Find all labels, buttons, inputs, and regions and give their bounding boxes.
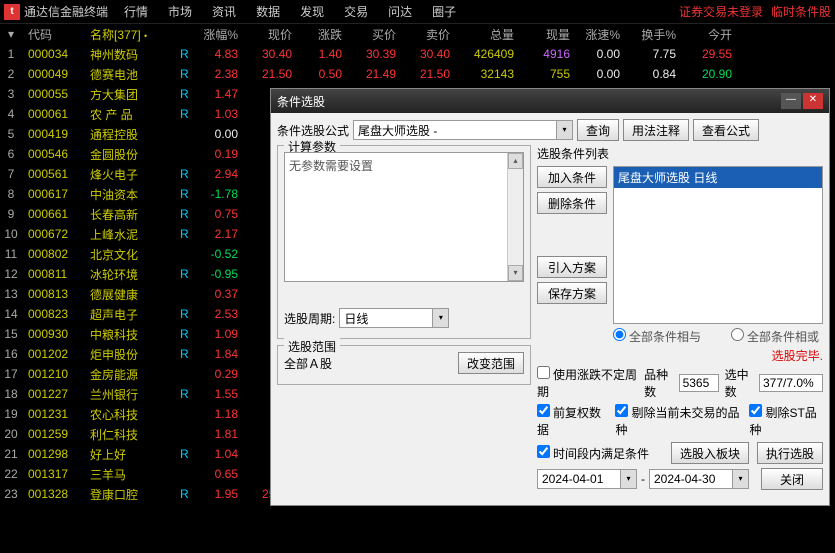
usage-button[interactable]: 用法注释 [623, 119, 689, 141]
chk-uncertain[interactable]: 使用涨跌不定周期 [537, 366, 644, 400]
condition-list[interactable]: 尾盘大师选股 日线 [613, 166, 823, 324]
col-vol[interactable]: 总量 [456, 26, 520, 43]
app-logo-icon: t [4, 4, 20, 20]
col-spd[interactable]: 涨速% [576, 26, 626, 43]
add-cond-button[interactable]: 加入条件 [537, 166, 607, 188]
menubar: t 通达信金融终端 行情 市场 资讯 数据 发现 交易 问达 圈子 证券交易未登录 临时条件股 [0, 0, 835, 24]
scroll-down-icon: ▾ [508, 265, 523, 281]
list-item[interactable]: 尾盘大师选股 日线 [614, 167, 822, 188]
range-value: 全部Ａ股 [284, 355, 454, 372]
chevron-down-icon: ▾ [620, 470, 636, 488]
condlist-label: 选股条件列表 [537, 145, 609, 162]
menu-问达[interactable]: 问达 [388, 5, 412, 19]
scroll-up-icon: ▴ [508, 153, 523, 169]
chk-st[interactable]: 剔除ST品种 [749, 404, 823, 438]
import-button[interactable]: 引入方案 [537, 256, 607, 278]
col-open[interactable]: 今开 [682, 26, 738, 43]
col-ask[interactable]: 卖价 [402, 26, 456, 43]
date-to[interactable]: 2024-04-30▾ [649, 469, 749, 489]
col-code[interactable]: 代码 [28, 26, 90, 43]
date-from[interactable]: 2024-04-01▾ [537, 469, 637, 489]
menu-资讯[interactable]: 资讯 [212, 5, 236, 19]
dialog-titlebar[interactable]: 条件选股 — ✕ [271, 89, 829, 113]
table-row[interactable]: 2000049德赛电池R2.3821.500.5021.4921.5032143… [0, 64, 835, 84]
range-legend: 选股范围 [284, 338, 340, 355]
temp-cond-link[interactable]: 临时条件股 [771, 3, 831, 20]
col-name[interactable]: 名称[377] • [90, 26, 180, 43]
minimize-icon[interactable]: — [781, 93, 801, 109]
condition-dialog: 条件选股 — ✕ 条件选股公式 尾盘大师选股 - ▾ 查询 用法注释 查看公式 … [270, 88, 830, 506]
selected-field[interactable] [759, 374, 823, 392]
close-icon[interactable]: ✕ [803, 93, 823, 109]
to-block-button[interactable]: 选股入板块 [671, 442, 749, 464]
chevron-down-icon[interactable]: ▾ [556, 121, 572, 139]
close-button[interactable]: 关闭 [761, 468, 823, 490]
menu-发现[interactable]: 发现 [300, 5, 324, 19]
menu-市场[interactable]: 市场 [168, 5, 192, 19]
login-status[interactable]: 证券交易未登录 [679, 3, 763, 20]
scrollbar[interactable]: ▴ ▾ [507, 153, 523, 281]
change-range-button[interactable]: 改变范围 [458, 352, 524, 374]
menu-数据[interactable]: 数据 [256, 5, 280, 19]
menu-行情[interactable]: 行情 [124, 5, 148, 19]
chk-timerange[interactable]: 时间段内满足条件 [537, 445, 649, 462]
col-price[interactable]: 现价 [244, 26, 298, 43]
col-dropdown-icon[interactable]: ▾ [0, 27, 28, 41]
save-button[interactable]: 保存方案 [537, 282, 607, 304]
params-box: 无参数需要设置 ▴ ▾ [284, 152, 524, 282]
col-now[interactable]: 现量 [520, 26, 576, 43]
chk-fq[interactable]: 前复权数据 [537, 404, 607, 438]
col-chg[interactable]: 涨幅% [194, 26, 244, 43]
del-cond-button[interactable]: 删除条件 [537, 192, 607, 214]
formula-label: 条件选股公式 [277, 122, 349, 139]
dialog-title: 条件选股 [277, 93, 779, 110]
table-row[interactable]: 1000034神州数码R4.8330.401.4030.3930.4042640… [0, 44, 835, 64]
chk-notrade[interactable]: 剔除当前未交易的品种 [615, 404, 741, 438]
col-turn[interactable]: 换手% [626, 26, 682, 43]
period-combo[interactable]: 日线 ▾ [339, 308, 449, 328]
menu-right: 证券交易未登录 临时条件股 [671, 3, 831, 20]
radio-and[interactable]: 全部条件相与 [613, 328, 701, 345]
view-formula-button[interactable]: 查看公式 [693, 119, 759, 141]
formula-combo[interactable]: 尾盘大师选股 - ▾ [353, 120, 573, 140]
count-field[interactable] [679, 374, 719, 392]
menu-圈子[interactable]: 圈子 [432, 5, 456, 19]
table-header: ▾ 代码 名称[377] • 涨幅% 现价 涨跌 买价 卖价 总量 现量 涨速%… [0, 24, 835, 44]
app-title: 通达信金融终端 [24, 3, 108, 20]
period-label: 选股周期: [284, 310, 335, 327]
query-button[interactable]: 查询 [577, 119, 619, 141]
menu-交易[interactable]: 交易 [344, 5, 368, 19]
col-bid[interactable]: 买价 [348, 26, 402, 43]
radio-or[interactable]: 全部条件相或 [731, 328, 819, 345]
chevron-down-icon: ▾ [732, 470, 748, 488]
status-text: 选股完毕. [537, 347, 823, 364]
exec-button[interactable]: 执行选股 [757, 442, 823, 464]
chevron-down-icon[interactable]: ▾ [432, 309, 448, 327]
col-diff[interactable]: 涨跌 [298, 26, 348, 43]
